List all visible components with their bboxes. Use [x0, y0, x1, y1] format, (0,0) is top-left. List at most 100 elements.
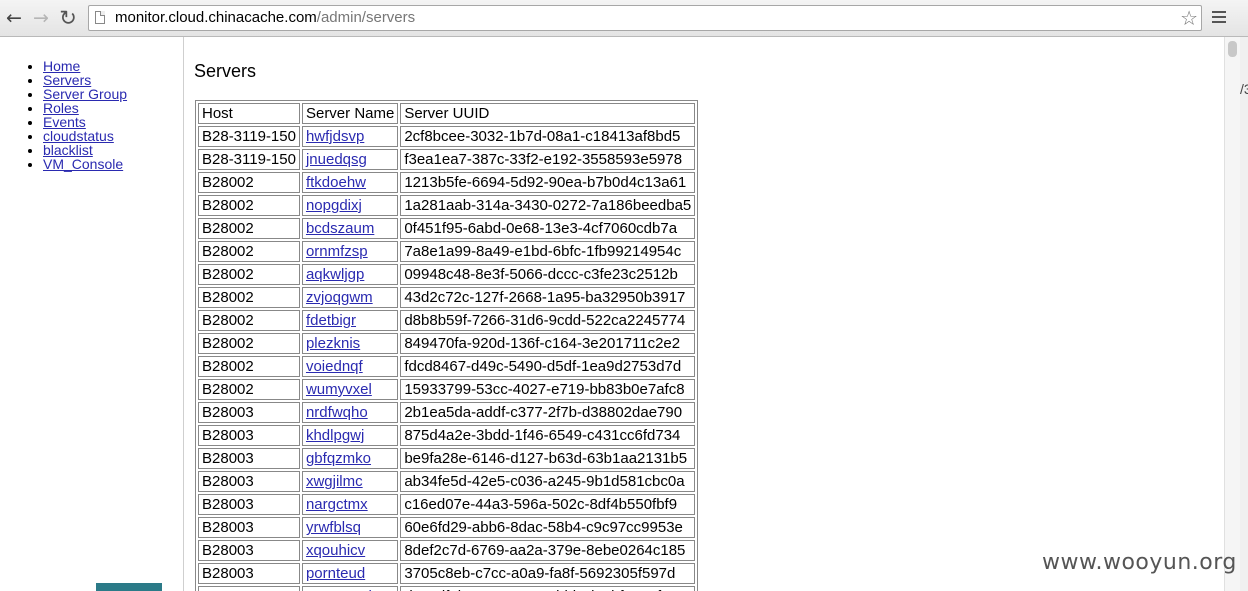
server-name-link[interactable]: ftkdoehw: [306, 174, 366, 191]
server-name-link[interactable]: ornmfzsp: [306, 243, 368, 260]
cell-server-name: xwgjilmc: [301, 471, 399, 492]
cell-server-uuid: be9fa28e-6146-d127-b63d-63b1aa2131b5: [400, 448, 696, 469]
url-text[interactable]: monitor.cloud.chinacache.com/admin/serve…: [115, 9, 415, 27]
cell-server-uuid: d5ecdf4b-1526-e489-6bbb-d24bf821ef91: [400, 586, 696, 591]
cell-server-name: ftkdoehw: [301, 172, 399, 193]
servers-table: Host Server Name Server UUID B28-3119-15…: [195, 100, 699, 591]
cell-host: B28003: [198, 517, 300, 538]
cell-host: B28002: [198, 172, 300, 193]
cell-host: B28-3119-150: [198, 126, 300, 147]
page-icon: [95, 11, 105, 24]
server-name-link[interactable]: yrwfblsq: [306, 519, 361, 536]
sidebar-item-home: Home: [43, 59, 127, 73]
forward-arrow-icon[interactable]: →: [30, 6, 52, 30]
server-name-link[interactable]: plezknis: [306, 335, 360, 352]
table-row: B28002 zvjoqgwm 43d2c72c-127f-2668-1a95-ba…: [198, 287, 696, 308]
cell-host: B28002: [198, 241, 300, 262]
server-name-link[interactable]: bcdszaum: [306, 220, 374, 237]
table-header-row: Host Server Name Server UUID: [198, 103, 696, 124]
server-name-link[interactable]: aqkwljgp: [306, 266, 364, 283]
table-row: B28003 khdlpgwj 875d4a2e-3bdd-1f46-6549-c4…: [198, 425, 696, 446]
table-row: B28-3119-150 jnuedqsg f3ea1ea7-387c-33f2-e…: [198, 149, 696, 170]
table-row: B28003 nrdfwqho 2b1ea5da-addf-c377-2f7b-d3…: [198, 402, 696, 423]
cell-host: B28002: [198, 310, 300, 331]
cell-server-name: nargctmx: [301, 494, 399, 515]
server-name-link[interactable]: nopgdixj: [306, 197, 362, 214]
vertical-scrollbar[interactable]: [1224, 37, 1240, 591]
cell-server-name: ovswmnxh: [301, 586, 399, 591]
clipped-text: /3: [1240, 81, 1248, 97]
server-name-link[interactable]: nargctmx: [306, 496, 368, 513]
cell-server-uuid: 15933799-53cc-4027-e719-bb83b0e7afc8: [400, 379, 696, 400]
table-row: B28002 wumyvxel 15933799-53cc-4027-e719-bb…: [198, 379, 696, 400]
table-row: B28002 bcdszaum 0f451f95-6abd-0e68-13e3-4c…: [198, 218, 696, 239]
table-row: B28002 fdetbigr d8b8b59f-7266-31d6-9cdd-52…: [198, 310, 696, 331]
server-name-link[interactable]: xwgjilmc: [306, 473, 363, 490]
cell-host: B28002: [198, 264, 300, 285]
cell-server-name: plezknis: [301, 333, 399, 354]
cell-server-uuid: 1213b5fe-6694-5d92-90ea-b7b0d4c13a61: [400, 172, 696, 193]
right-gutter: [1240, 37, 1248, 591]
menu-icon[interactable]: [1212, 11, 1226, 25]
table-row: B28002 plezknis 849470fa-920d-136f-c164-3e…: [198, 333, 696, 354]
column-header-server-uuid: Server UUID: [400, 103, 696, 124]
reload-icon[interactable]: ↻: [57, 6, 79, 30]
page-content: Home Servers Server Group Roles Events c…: [0, 37, 1224, 591]
cell-server-name: khdlpgwj: [301, 425, 399, 446]
table-row: B28003 yrwfblsq 60e6fd29-abb6-8dac-58b4-c9…: [198, 517, 696, 538]
cell-server-name: yrwfblsq: [301, 517, 399, 538]
sidebar-item-cloudstatus: cloudstatus: [43, 129, 127, 143]
table-row: B28002 ornmfzsp 7a8e1a99-8a49-e1bd-6bfc-1f…: [198, 241, 696, 262]
cell-server-name: voiednqf: [301, 356, 399, 377]
sidebar-link-vm-console[interactable]: VM_Console: [43, 156, 123, 172]
sidebar-item-servers: Servers: [43, 73, 127, 87]
server-name-link[interactable]: pornteud: [306, 565, 365, 582]
server-name-link[interactable]: gbfqzmko: [306, 450, 371, 467]
cell-host: B28003: [198, 586, 300, 591]
cell-server-name: wumyvxel: [301, 379, 399, 400]
cell-server-uuid: c16ed07e-44a3-596a-502c-8df4b550fbf9: [400, 494, 696, 515]
server-name-link[interactable]: zvjoqgwm: [306, 289, 373, 306]
server-name-link[interactable]: voiednqf: [306, 358, 363, 375]
url-path: /admin/servers: [316, 9, 416, 26]
sidebar-item-events: Events: [43, 115, 127, 129]
cell-host: B28002: [198, 195, 300, 216]
cell-server-uuid: 43d2c72c-127f-2668-1a95-ba32950b3917: [400, 287, 696, 308]
cell-host: B28003: [198, 494, 300, 515]
table-row: B28003ovswmnxhd5ecdf4b-1526-e489-6bbb-d2…: [198, 586, 696, 591]
table-row: B28003 pornteud 3705c8eb-c7cc-a0a9-fa8f-56…: [198, 563, 696, 584]
cell-server-name: hwfjdsvp: [301, 126, 399, 147]
star-icon[interactable]: ☆: [1180, 6, 1198, 30]
cell-server-uuid: fdcd8467-d49c-5490-d5df-1ea9d2753d7d: [400, 356, 696, 377]
cell-server-name: nrdfwqho: [301, 402, 399, 423]
cell-server-name: zvjoqgwm: [301, 287, 399, 308]
table-row: B28002 ftkdoehw 1213b5fe-6694-5d92-90ea-b7…: [198, 172, 696, 193]
sidebar: Home Servers Server Group Roles Events c…: [0, 37, 184, 591]
cell-server-uuid: 2cf8bcee-3032-1b7d-08a1-c18413af8bd5: [400, 126, 696, 147]
cell-server-uuid: 2b1ea5da-addf-c377-2f7b-d38802dae790: [400, 402, 696, 423]
page-title: Servers: [194, 61, 257, 81]
table-row: B28002 aqkwljgp 09948c48-8e3f-5066-dccc-c3…: [198, 264, 696, 285]
scrollbar-thumb[interactable]: [1228, 41, 1237, 57]
server-name-link[interactable]: nrdfwqho: [306, 404, 368, 421]
server-name-link[interactable]: xqouhicv: [306, 542, 365, 559]
sidebar-item-vm-console: VM_Console: [43, 157, 127, 171]
table-body: B28-3119-150 hwfjdsvp 2cf8bcee-3032-1b7d-0…: [198, 126, 696, 591]
url-host: monitor.cloud.chinacache.com: [115, 9, 317, 26]
cell-host: B28002: [198, 356, 300, 377]
server-name-link[interactable]: khdlpgwj: [306, 427, 364, 444]
server-name-link[interactable]: wumyvxel: [306, 381, 372, 398]
cell-server-name: pornteud: [301, 563, 399, 584]
table-row: B28003 xqouhicv 8def2c7d-6769-aa2a-379e-8e…: [198, 540, 696, 561]
cell-host: B28003: [198, 471, 300, 492]
cell-host: B28003: [198, 563, 300, 584]
cell-server-name: fdetbigr: [301, 310, 399, 331]
table-row: B28003 nargctmx c16ed07e-44a3-596a-502c-8d…: [198, 494, 696, 515]
cell-host: B28003: [198, 425, 300, 446]
server-name-link[interactable]: hwfjdsvp: [306, 128, 364, 145]
back-arrow-icon[interactable]: ←: [3, 6, 25, 30]
cell-host: B28002: [198, 379, 300, 400]
server-name-link[interactable]: jnuedqsg: [306, 151, 367, 168]
server-name-link[interactable]: fdetbigr: [306, 312, 356, 329]
address-bar[interactable]: monitor.cloud.chinacache.com/admin/serve…: [88, 5, 1202, 31]
